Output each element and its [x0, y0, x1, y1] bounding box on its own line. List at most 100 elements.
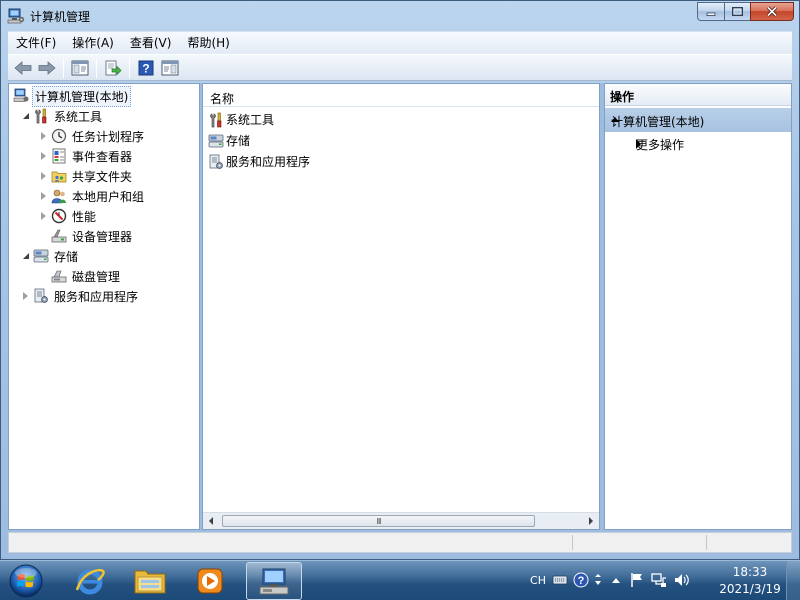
scroll-left-icon[interactable]: [209, 517, 213, 525]
results-pane: 名称 系统工具 存储 服务和应用程序 III: [202, 83, 600, 530]
collapse-up-icon[interactable]: [611, 117, 619, 122]
tree-item-local-users[interactable]: 本地用户和组: [9, 186, 199, 206]
tree-item-task-scheduler[interactable]: 任务计划程序: [9, 126, 199, 146]
menu-file[interactable]: 文件(F): [8, 33, 64, 54]
list-item-label: 存储: [226, 134, 251, 148]
taskbar-windows-explorer[interactable]: [122, 562, 178, 600]
computer-management-icon: [13, 88, 29, 102]
taskbar-internet-explorer[interactable]: [62, 562, 118, 600]
maximize-icon: [732, 7, 743, 16]
windows-explorer-icon: [134, 570, 166, 594]
list-item-system-tools[interactable]: 系统工具: [203, 109, 599, 130]
results-list: 系统工具 存储 服务和应用程序: [203, 109, 599, 172]
column-header-name[interactable]: 名称: [203, 87, 599, 107]
help-icon: ?: [573, 572, 589, 588]
title-bar[interactable]: 计算机管理: [1, 1, 799, 31]
event-viewer-icon: [52, 148, 66, 164]
clock-icon: [51, 128, 67, 144]
tree-item-services-apps[interactable]: 服务和应用程序: [9, 286, 199, 306]
status-separator: [706, 535, 707, 550]
clock[interactable]: 18:33 2021/3/19: [718, 564, 782, 598]
toolbar-separator: [63, 57, 64, 78]
scroll-right-icon[interactable]: [589, 517, 593, 525]
tree-item-performance[interactable]: 性能: [9, 206, 199, 226]
actions-title: 操作: [610, 90, 635, 104]
show-hide-action-pane-button[interactable]: [158, 57, 181, 79]
collapse-icon[interactable]: [19, 110, 31, 122]
performance-icon: [51, 208, 67, 224]
more-actions-item[interactable]: 更多操作: [605, 134, 791, 154]
scrollbar-thumb[interactable]: III: [222, 515, 535, 527]
users-icon: [51, 189, 66, 204]
collapse-icon[interactable]: [19, 250, 31, 262]
expand-icon[interactable]: [37, 150, 49, 162]
expand-icon[interactable]: [19, 290, 31, 302]
flag-icon: [631, 573, 642, 587]
menu-view[interactable]: 查看(V): [122, 33, 180, 54]
expand-icon[interactable]: [37, 190, 49, 202]
menu-action[interactable]: 操作(A): [64, 33, 122, 54]
actions-section-header[interactable]: 计算机管理(本地): [605, 108, 791, 132]
tree-item-system-tools[interactable]: 系统工具: [9, 106, 199, 126]
tree-item-storage[interactable]: 存储: [9, 246, 199, 266]
horizontal-scrollbar[interactable]: III: [203, 512, 599, 529]
expand-icon[interactable]: [37, 170, 49, 182]
help-tray-button[interactable]: ?: [572, 571, 590, 589]
menu-help[interactable]: 帮助(H): [179, 33, 237, 54]
show-hide-action-pane-icon: [161, 60, 178, 75]
actions-pane-header: 操作: [605, 84, 791, 106]
forward-button[interactable]: [35, 57, 58, 79]
system-tray: CH ? 18:33 2021/3/19: [520, 561, 800, 600]
tree-item-root[interactable]: 计算机管理(本地): [9, 85, 199, 107]
scrollbar-grip: III: [376, 516, 381, 526]
tree-item-device-manager[interactable]: 设备管理器: [9, 226, 199, 246]
shared-folder-icon: [51, 171, 67, 183]
export-list-button[interactable]: [101, 57, 124, 79]
list-item-services-apps[interactable]: 服务和应用程序: [203, 151, 599, 172]
taskbar-computer-management[interactable]: [246, 562, 302, 600]
help-button[interactable]: ?: [134, 57, 157, 79]
taskbar: CH ? 18:33 2021/3/19: [0, 560, 800, 600]
show-hidden-icons-button[interactable]: [609, 571, 623, 589]
back-button[interactable]: [11, 57, 34, 79]
tree-item-label: 系统工具: [54, 109, 103, 124]
start-button[interactable]: [6, 562, 46, 600]
tree-item-shared-folders[interactable]: 共享文件夹: [9, 166, 199, 186]
tree-item-label: 性能: [72, 209, 97, 224]
chevron-up-icon: [612, 578, 620, 583]
content-area: 计算机管理(本地) 系统工具 任务计划程序 事件查看器 共享文件夹 本地用户和组…: [8, 83, 792, 530]
show-hide-tree-button[interactable]: [68, 57, 91, 79]
volume-button[interactable]: [672, 571, 692, 589]
services-icon: [34, 288, 48, 303]
speaker-icon: [675, 574, 689, 586]
back-arrow-icon: [13, 60, 31, 75]
media-player-icon: [197, 568, 223, 594]
tree-item-label: 本地用户和组: [72, 189, 145, 204]
keyboard-icon: [552, 575, 568, 585]
toolbar-separator: [129, 57, 130, 78]
toolbar-separator: [96, 57, 97, 78]
list-item-storage[interactable]: 存储: [203, 130, 599, 151]
close-button[interactable]: [750, 2, 794, 21]
language-indicator[interactable]: CH: [528, 571, 548, 589]
expand-icon[interactable]: [37, 210, 49, 222]
tree-item-event-viewer[interactable]: 事件查看器: [9, 146, 199, 166]
expand-icon[interactable]: [37, 130, 49, 142]
network-button[interactable]: [650, 571, 668, 589]
tools-icon: [210, 112, 222, 127]
device-manager-icon: [51, 229, 67, 243]
show-hide-tree-icon: [71, 60, 88, 75]
minimize-button[interactable]: [697, 2, 724, 21]
tools-icon: [35, 108, 47, 124]
show-desktop-button[interactable]: [786, 561, 800, 600]
network-icon: [651, 573, 666, 587]
column-header-label: 名称: [210, 92, 235, 106]
maximize-button[interactable]: [724, 2, 750, 21]
ime-options-button[interactable]: [592, 571, 604, 589]
taskbar-media-player[interactable]: [182, 562, 238, 600]
list-item-label: 服务和应用程序: [226, 155, 311, 169]
tree-item-disk-management[interactable]: 磁盘管理: [9, 266, 199, 286]
input-method-button[interactable]: [551, 571, 569, 589]
action-center-button[interactable]: [628, 571, 646, 589]
caption-buttons: [697, 2, 794, 21]
